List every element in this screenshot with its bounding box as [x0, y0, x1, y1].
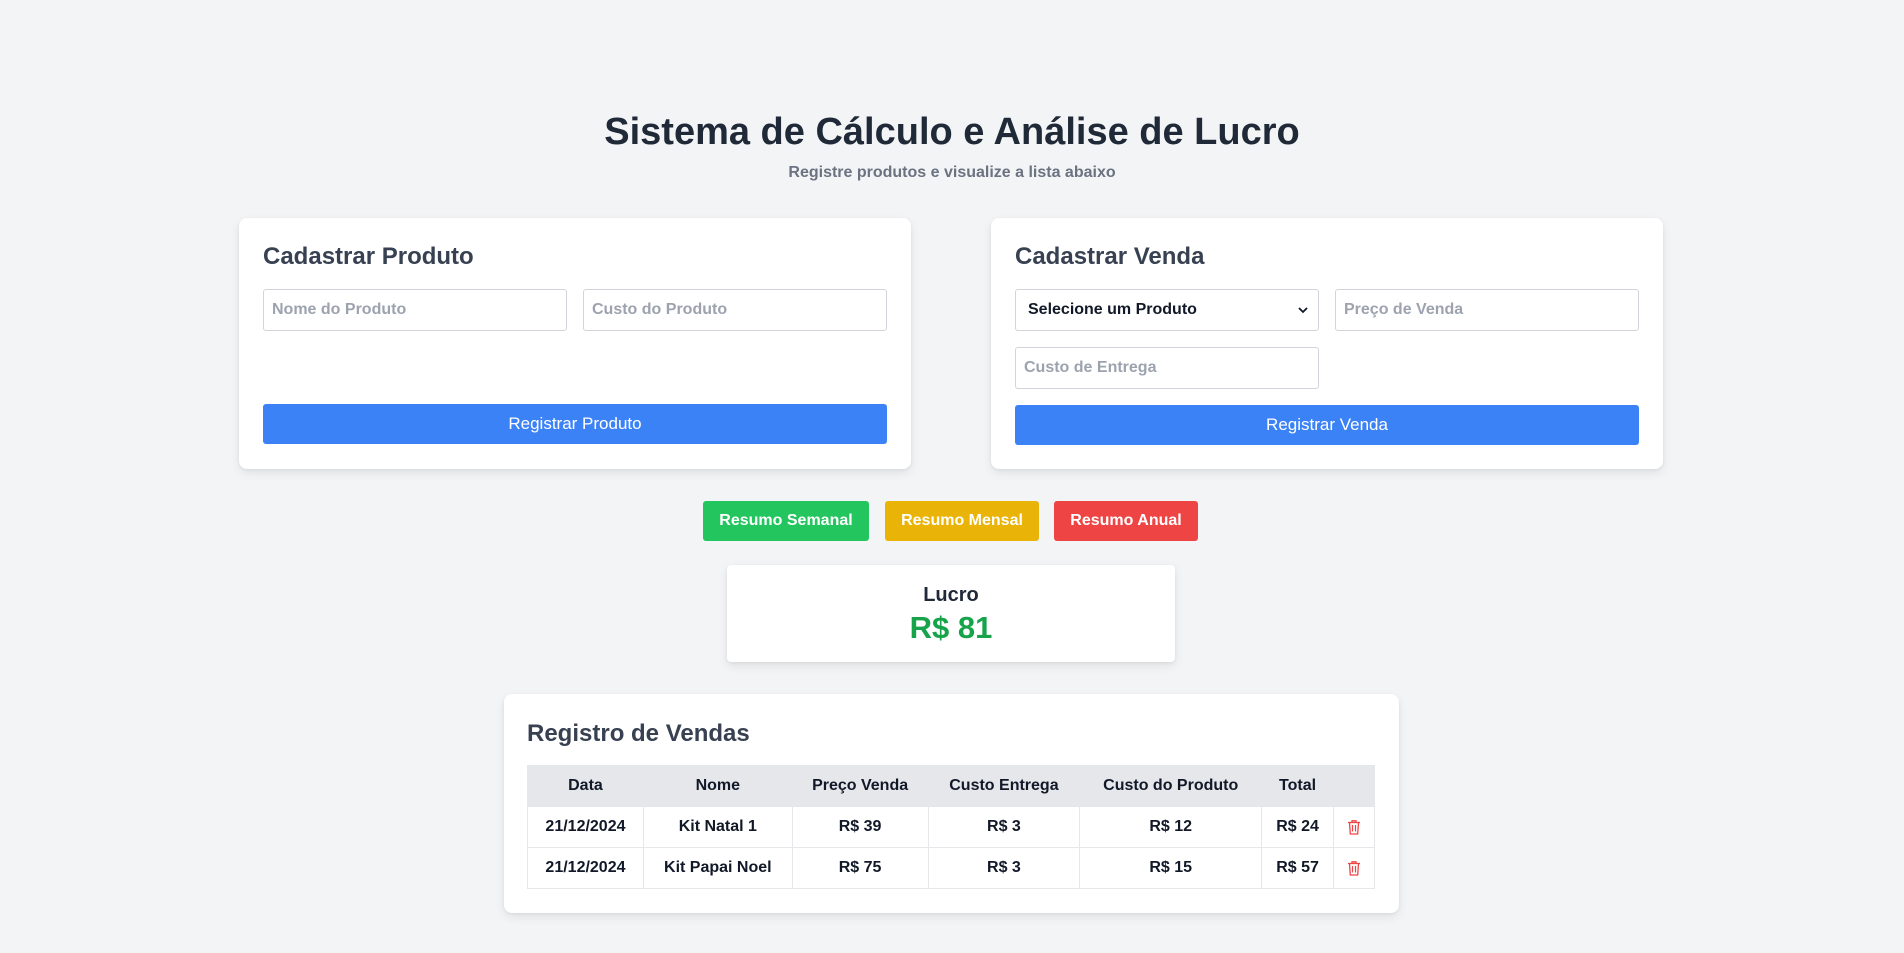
page-subtitle: Registre produtos e visualize a lista ab…: [788, 164, 1116, 181]
row-custo-entrega: R$ 3: [927, 847, 1081, 889]
produto-form-card: Cadastrar Produto Registrar Produto: [239, 218, 911, 469]
row-total: R$ 57: [1261, 847, 1334, 889]
header: Sistema de Cálculo e Análise de Lucro Re…: [0, 108, 1904, 183]
lucro-label: Lucro: [923, 584, 979, 606]
trash-icon[interactable]: [1347, 860, 1361, 876]
produto-custo-input[interactable]: [583, 289, 887, 331]
col-actions: [1333, 765, 1375, 807]
trash-icon[interactable]: [1347, 819, 1361, 835]
col-preco-venda: Preço Venda: [791, 765, 929, 807]
table-row: 21/12/2024 Kit Natal 1 R$ 39 R$ 3 R$ 12 …: [527, 806, 1375, 848]
registro-vendas-title: Registro de Vendas: [527, 720, 750, 747]
produto-form-title: Cadastrar Produto: [263, 243, 474, 270]
produto-select[interactable]: Selecione um Produto: [1015, 289, 1319, 331]
col-nome: Nome: [642, 765, 793, 807]
table-header-row: Data Nome Preço Venda Custo Entrega Cust…: [527, 765, 1375, 807]
col-custo-produto: Custo do Produto: [1079, 765, 1263, 807]
resumo-mensal-button[interactable]: Resumo Mensal: [885, 501, 1039, 541]
vendas-table: Data Nome Preço Venda Custo Entrega Cust…: [527, 765, 1375, 889]
row-preco-venda: R$ 39: [791, 806, 929, 848]
produto-select-value: Selecione um Produto: [1028, 301, 1197, 318]
chevron-down-icon: [1298, 307, 1308, 314]
row-total: R$ 24: [1261, 806, 1334, 848]
preco-venda-input[interactable]: [1335, 289, 1639, 331]
venda-form-card: Cadastrar Venda Selecione um Produto Reg…: [991, 218, 1663, 469]
row-custo-entrega: R$ 3: [927, 806, 1081, 848]
row-actions: [1333, 806, 1375, 848]
lucro-value: R$ 81: [909, 610, 993, 645]
table-row: 21/12/2024 Kit Papai Noel R$ 75 R$ 3 R$ …: [527, 847, 1375, 889]
row-actions: [1333, 847, 1375, 889]
row-nome: Kit Natal 1: [642, 806, 793, 848]
row-data: 21/12/2024: [527, 847, 644, 889]
venda-form-title: Cadastrar Venda: [1015, 243, 1205, 270]
col-total: Total: [1261, 765, 1334, 807]
col-custo-entrega: Custo Entrega: [927, 765, 1081, 807]
produto-nome-input[interactable]: [263, 289, 567, 331]
registro-vendas-card: Registro de Vendas Data Nome Preço Venda…: [504, 694, 1399, 913]
row-data: 21/12/2024: [527, 806, 644, 848]
row-nome: Kit Papai Noel: [642, 847, 793, 889]
lucro-card: Lucro R$ 81: [727, 565, 1175, 662]
custo-entrega-input[interactable]: [1015, 347, 1319, 389]
row-custo-produto: R$ 12: [1079, 806, 1263, 848]
resumo-anual-button[interactable]: Resumo Anual: [1054, 501, 1198, 541]
registrar-produto-button[interactable]: Registrar Produto: [263, 404, 887, 444]
row-custo-produto: R$ 15: [1079, 847, 1263, 889]
resumo-semanal-button[interactable]: Resumo Semanal: [703, 501, 869, 541]
page-title: Sistema de Cálculo e Análise de Lucro: [604, 111, 1300, 153]
page: Sistema de Cálculo e Análise de Lucro Re…: [0, 0, 1904, 953]
row-preco-venda: R$ 75: [791, 847, 929, 889]
col-data: Data: [527, 765, 644, 807]
registrar-venda-button[interactable]: Registrar Venda: [1015, 405, 1639, 445]
